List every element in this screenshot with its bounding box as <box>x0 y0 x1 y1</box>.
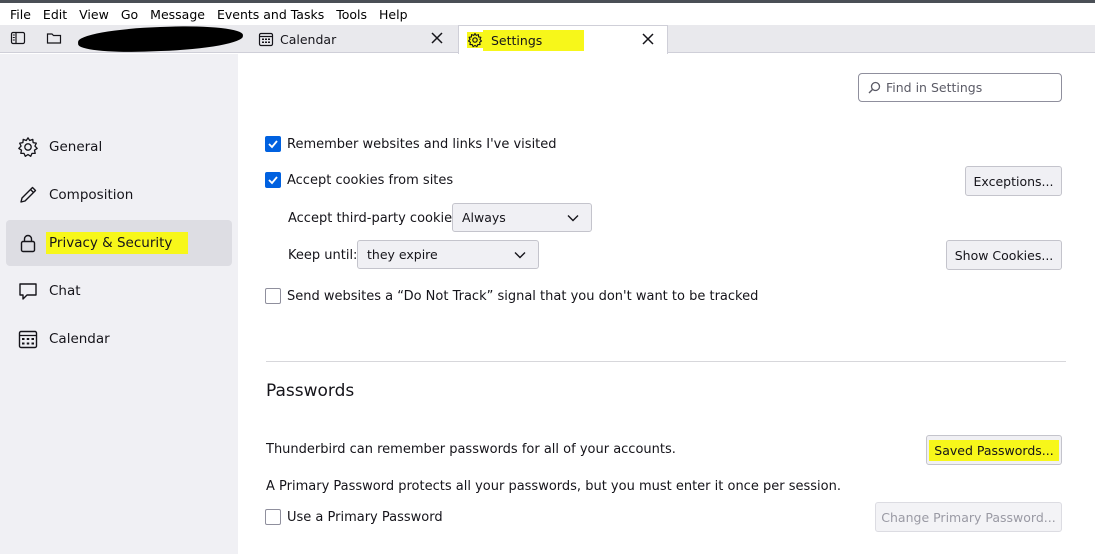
menu-go[interactable]: Go <box>115 7 144 22</box>
close-icon[interactable] <box>430 31 444 45</box>
checkmark-icon <box>268 140 278 149</box>
sidebar-item-label: General <box>49 139 103 155</box>
menu-help[interactable]: Help <box>373 7 414 22</box>
tab-calendar[interactable]: Calendar <box>250 25 456 53</box>
sidebar-item-label: Composition <box>49 187 134 203</box>
tab-calendar-label: Calendar <box>280 31 337 47</box>
sidebar-item-privacy-security[interactable]: Privacy & Security <box>6 220 232 266</box>
search-icon <box>868 81 881 94</box>
use-primary-password-label: Use a Primary Password <box>287 509 443 525</box>
menu-view[interactable]: View <box>73 7 115 22</box>
do-not-track-row: Send websites a “Do Not Track” signal th… <box>265 288 758 304</box>
tab-settings[interactable]: Settings <box>458 25 668 54</box>
menu-edit[interactable]: Edit <box>37 7 73 22</box>
keep-until-label: Keep until: <box>288 248 358 263</box>
use-primary-password-row: Use a Primary Password <box>265 509 443 525</box>
menu-bar: File Edit View Go Message Events and Tas… <box>0 0 1095 25</box>
gear-icon <box>467 32 483 48</box>
chat-icon <box>19 283 37 300</box>
sidebar-item-general[interactable]: General <box>6 124 232 170</box>
folder-icon[interactable] <box>46 30 62 46</box>
menu-file[interactable]: File <box>4 7 37 22</box>
remember-websites-label: Remember websites and links I've visited <box>287 136 557 152</box>
accept-cookies-checkbox[interactable] <box>265 172 281 188</box>
menu-events-and-tasks[interactable]: Events and Tasks <box>211 7 330 22</box>
calendar-icon <box>258 32 274 47</box>
exceptions-button[interactable]: Exceptions... <box>965 166 1062 196</box>
sidebar-item-composition[interactable]: Composition <box>6 172 232 218</box>
third-party-cookies-label: Accept third-party cookies: <box>288 211 464 226</box>
redacted-account-name <box>77 24 244 54</box>
menu-message[interactable]: Message <box>144 7 211 22</box>
tab-settings-label: Settings <box>483 29 585 51</box>
chevron-down-icon <box>514 251 526 258</box>
pencil-icon <box>20 186 37 203</box>
use-primary-password-checkbox[interactable] <box>265 509 281 525</box>
third-party-cookies-value: Always <box>462 210 506 225</box>
saved-passwords-label: Saved Passwords... <box>929 439 1059 461</box>
menu-tools[interactable]: Tools <box>330 7 373 22</box>
sidebar-item-label: Chat <box>49 283 81 299</box>
accept-cookies-row: Accept cookies from sites <box>265 172 453 188</box>
passwords-remember-text: Thunderbird can remember passwords for a… <box>266 442 676 457</box>
saved-passwords-button[interactable]: Saved Passwords... <box>926 435 1062 465</box>
accept-cookies-label: Accept cookies from sites <box>287 172 454 188</box>
folder-pane-icon[interactable] <box>10 30 26 46</box>
section-divider <box>266 361 1066 362</box>
passwords-section-title: Passwords <box>266 381 355 401</box>
remember-websites-checkbox[interactable] <box>265 136 281 152</box>
sidebar-item-chat[interactable]: Chat <box>6 268 232 314</box>
settings-sidebar: General Composition Privacy & Security C… <box>0 54 238 554</box>
settings-content: Remember websites and links I've visited… <box>238 54 1095 554</box>
remember-websites-row: Remember websites and links I've visited <box>265 136 557 152</box>
do-not-track-checkbox[interactable] <box>265 288 281 304</box>
third-party-cookies-select[interactable]: Always <box>452 203 592 232</box>
show-cookies-button[interactable]: Show Cookies... <box>946 240 1062 270</box>
sidebar-item-calendar[interactable]: Calendar <box>6 316 232 362</box>
chevron-down-icon <box>567 214 579 221</box>
keep-until-select[interactable]: they expire <box>357 240 539 269</box>
do-not-track-label: Send websites a “Do Not Track” signal th… <box>287 288 759 304</box>
checkmark-icon <box>268 176 278 185</box>
sidebar-item-label: Privacy & Security <box>46 232 189 254</box>
search-input[interactable] <box>886 80 1056 95</box>
gear-icon <box>18 137 38 157</box>
close-icon[interactable] <box>641 32 655 46</box>
keep-until-value: they expire <box>367 247 438 262</box>
change-primary-password-button[interactable]: Change Primary Password... <box>875 502 1062 532</box>
primary-password-text: A Primary Password protects all your pas… <box>266 479 841 494</box>
tab-bar: Calendar Settings <box>0 24 1095 54</box>
lock-icon <box>20 234 36 253</box>
calendar-icon <box>18 330 38 349</box>
search-box[interactable] <box>858 73 1062 102</box>
sidebar-item-label: Calendar <box>49 331 110 347</box>
